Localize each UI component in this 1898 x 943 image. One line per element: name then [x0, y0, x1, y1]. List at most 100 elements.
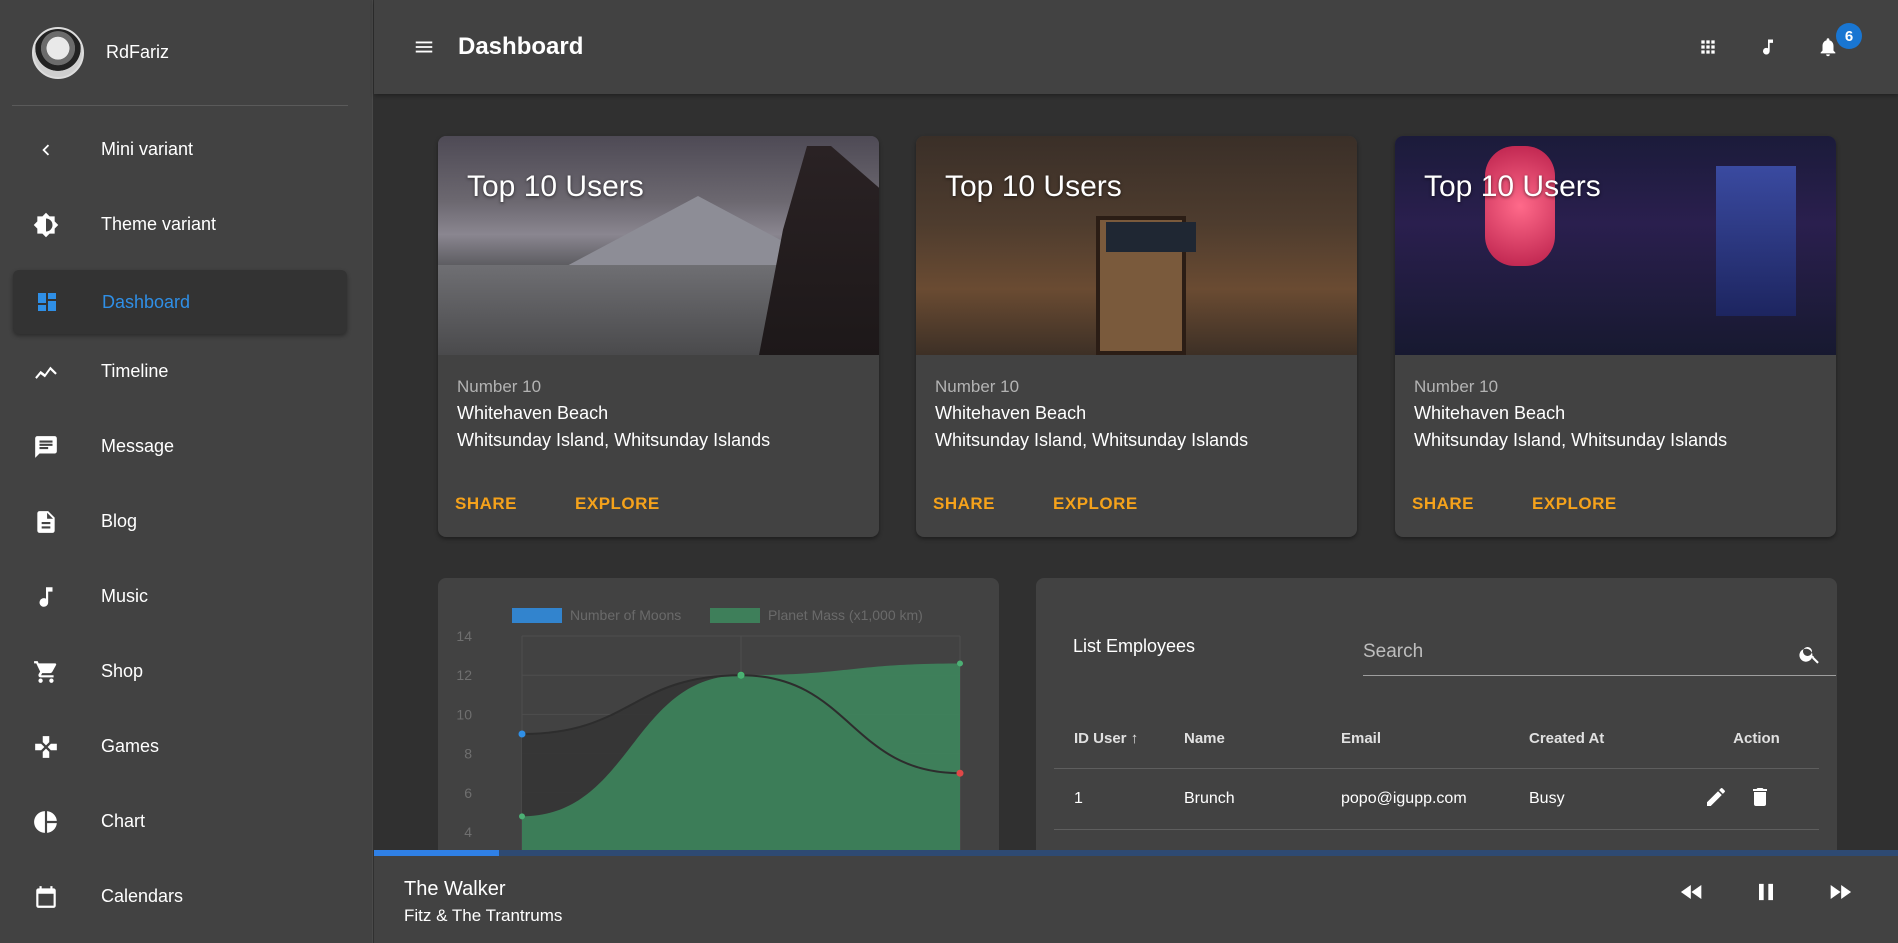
card-text: Whitsunday Island, Whitsunday Islands [935, 430, 1249, 450]
search-input[interactable] [1363, 634, 1836, 675]
notification-badge: 6 [1836, 23, 1862, 49]
share-button[interactable]: SHARE [455, 486, 535, 522]
column-header-name[interactable]: Name [1184, 730, 1341, 747]
music-button[interactable] [1738, 23, 1798, 71]
legend-swatch [710, 608, 760, 623]
card-text: Whitsunday Island, Whitsunday Islands [1414, 430, 1728, 450]
sidebar-item-label: Games [101, 736, 160, 756]
cell-actions [1694, 785, 1819, 814]
brightness-icon [33, 212, 59, 238]
y-tick-label: 4 [464, 824, 472, 840]
explore-button[interactable]: EXPLORE [1053, 486, 1156, 522]
music-note-icon [33, 584, 59, 610]
document-icon [33, 509, 59, 535]
sidebar-item-label: Chart [101, 811, 146, 831]
sidebar-item-label: Timeline [101, 361, 169, 381]
avatar [32, 26, 84, 79]
apps-grid-icon [1701, 40, 1715, 54]
data-point-mass [957, 660, 963, 667]
cart-icon [33, 659, 59, 685]
card-title: Top 10 Users [467, 170, 644, 203]
explore-button[interactable]: EXPLORE [1532, 486, 1635, 522]
calendar-icon [33, 884, 59, 910]
sidebar-item-label: Dashboard [102, 291, 191, 312]
employees-card: List Employees ID User ↑ Name Email Crea… [1036, 578, 1837, 878]
cell-id: 1 [1074, 790, 1083, 807]
sidebar-item-label: Blog [101, 511, 138, 531]
card-image: Top 10 Users [916, 136, 1357, 355]
sidebar: RdFariz Mini variant Theme variant Dashb… [0, 0, 373, 943]
column-header-email[interactable]: Email [1341, 730, 1529, 747]
y-tick-label: 8 [464, 746, 472, 762]
rewind-button[interactable] [1674, 874, 1710, 910]
dashboard-icon [34, 289, 60, 315]
page-title: Dashboard [458, 33, 584, 60]
notifications-button[interactable]: 6 [1798, 23, 1862, 71]
card-text: Whitsunday Island, Whitsunday Islands [457, 430, 771, 450]
apps-button[interactable] [1678, 23, 1738, 71]
sidebar-item-blog[interactable]: Blog [0, 484, 372, 559]
user-card: Top 10 Users Number 10 Whitehaven Beach … [916, 136, 1357, 537]
legend-swatch [512, 608, 562, 623]
sidebar-item-shop[interactable]: Shop [0, 634, 372, 709]
column-header-created[interactable]: Created At [1529, 730, 1694, 747]
sidebar-item-music[interactable]: Music [0, 559, 372, 634]
sidebar-item-calendars[interactable]: Calendars [0, 859, 372, 934]
employees-table: ID User ↑ Name Email Created At Action 1… [1054, 708, 1819, 830]
pause-button[interactable] [1748, 874, 1784, 910]
user-profile[interactable]: RdFariz [12, 0, 348, 106]
sidebar-item-label: Calendars [101, 886, 184, 906]
track-artist: Fitz & The Trantrums [404, 906, 563, 925]
delete-icon[interactable] [1748, 785, 1772, 814]
sidebar-item-mini-variant[interactable]: Mini variant [0, 112, 372, 187]
sidebar-item-label: Message [101, 436, 175, 456]
app-header: Dashboard 6 [374, 0, 1898, 94]
data-point-moons [518, 730, 526, 738]
sidebar-item-theme-variant[interactable]: Theme variant [0, 187, 372, 262]
sidebar-item-chart[interactable]: Chart [0, 784, 372, 859]
chart-card: 14 12 10 8 6 4 Number of Moons Planet Mass (x1,… [438, 578, 999, 878]
sidebar-item-label: Mini variant [101, 139, 194, 159]
sidebar-item-label: Shop [101, 661, 144, 681]
share-button[interactable]: SHARE [1412, 486, 1492, 522]
table-header: ID User ↑ Name Email Created At Action [1054, 708, 1819, 769]
user-name: RdFariz [106, 42, 170, 62]
pie-chart-icon [33, 809, 59, 835]
data-point-moons [956, 769, 964, 777]
employees-title: List Employees [1073, 636, 1196, 656]
column-header-id[interactable]: ID User ↑ [1054, 730, 1184, 747]
edit-icon[interactable] [1704, 785, 1728, 814]
music-note-icon [1763, 39, 1773, 55]
card-text: Whitehaven Beach [457, 403, 609, 423]
cell-name: Brunch [1184, 790, 1235, 807]
card-text: Whitehaven Beach [935, 403, 1087, 423]
card-image: Top 10 Users [1395, 136, 1836, 355]
user-card: Top 10 Users Number 10 Whitehaven Beach … [1395, 136, 1836, 537]
rewind-icon [1680, 885, 1702, 899]
share-button[interactable]: SHARE [933, 486, 1013, 522]
card-subtitle: Number 10 [1414, 377, 1499, 396]
fast-forward-button[interactable] [1822, 874, 1858, 910]
sidebar-item-timeline[interactable]: Timeline [0, 334, 372, 409]
sidebar-item-message[interactable]: Message [0, 409, 372, 484]
sidebar-item-games[interactable]: Games [0, 709, 372, 784]
card-title: Top 10 Users [1424, 170, 1601, 203]
gamepad-icon [33, 734, 59, 760]
y-tick-label: 14 [456, 628, 472, 644]
cell-created: Busy [1529, 790, 1565, 807]
column-header-action: Action [1733, 729, 1780, 747]
search-icon[interactable] [1798, 642, 1822, 671]
menu-button[interactable] [410, 33, 438, 61]
line-chart: 14 12 10 8 6 4 Number of Moons Planet Mass (x1,… [456, 607, 964, 878]
search-field [1363, 634, 1836, 676]
explore-button[interactable]: EXPLORE [575, 486, 678, 522]
arrow-up-icon: ↑ [1130, 729, 1139, 747]
y-tick-label: 10 [456, 706, 472, 722]
music-player: The Walker Fitz & The Trantrums [374, 856, 1898, 943]
y-tick-label: 12 [456, 667, 472, 683]
fast-forward-icon [1830, 885, 1852, 899]
sidebar-item-dashboard[interactable]: Dashboard [13, 270, 347, 334]
card-subtitle: Number 10 [457, 377, 542, 396]
card-subtitle: Number 10 [935, 377, 1020, 396]
timeline-icon [33, 359, 59, 385]
